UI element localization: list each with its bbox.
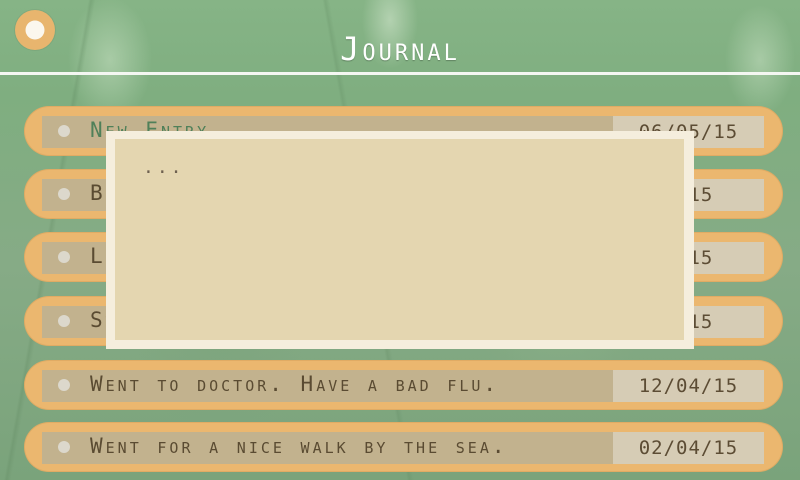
dialog-content: ... — [115, 139, 684, 340]
bullet-icon — [58, 188, 70, 200]
entry-date: 12/04/15 — [638, 375, 739, 397]
bullet-icon — [58, 315, 70, 327]
entry-date: 02/04/15 — [638, 437, 739, 459]
bullet-icon — [58, 125, 70, 137]
dialog-text: ... — [143, 157, 185, 178]
bullet-icon — [58, 379, 70, 391]
journal-entry[interactable]: Went to doctor. Have a bad flu. 12/04/15 — [24, 360, 783, 410]
journal-entry[interactable]: Went for a nice walk by the sea. 02/04/1… — [24, 422, 783, 472]
bullet-icon — [58, 251, 70, 263]
entry-title: Went to doctor. Have a bad flu. — [90, 372, 500, 396]
entry-date-box: 12/04/15 — [613, 370, 764, 402]
entry-date-box: 02/04/15 — [613, 432, 764, 464]
entry-dialog[interactable]: ... — [106, 131, 694, 349]
bullet-icon — [58, 441, 70, 453]
entry-title: Went for a nice walk by the sea. — [90, 434, 508, 458]
